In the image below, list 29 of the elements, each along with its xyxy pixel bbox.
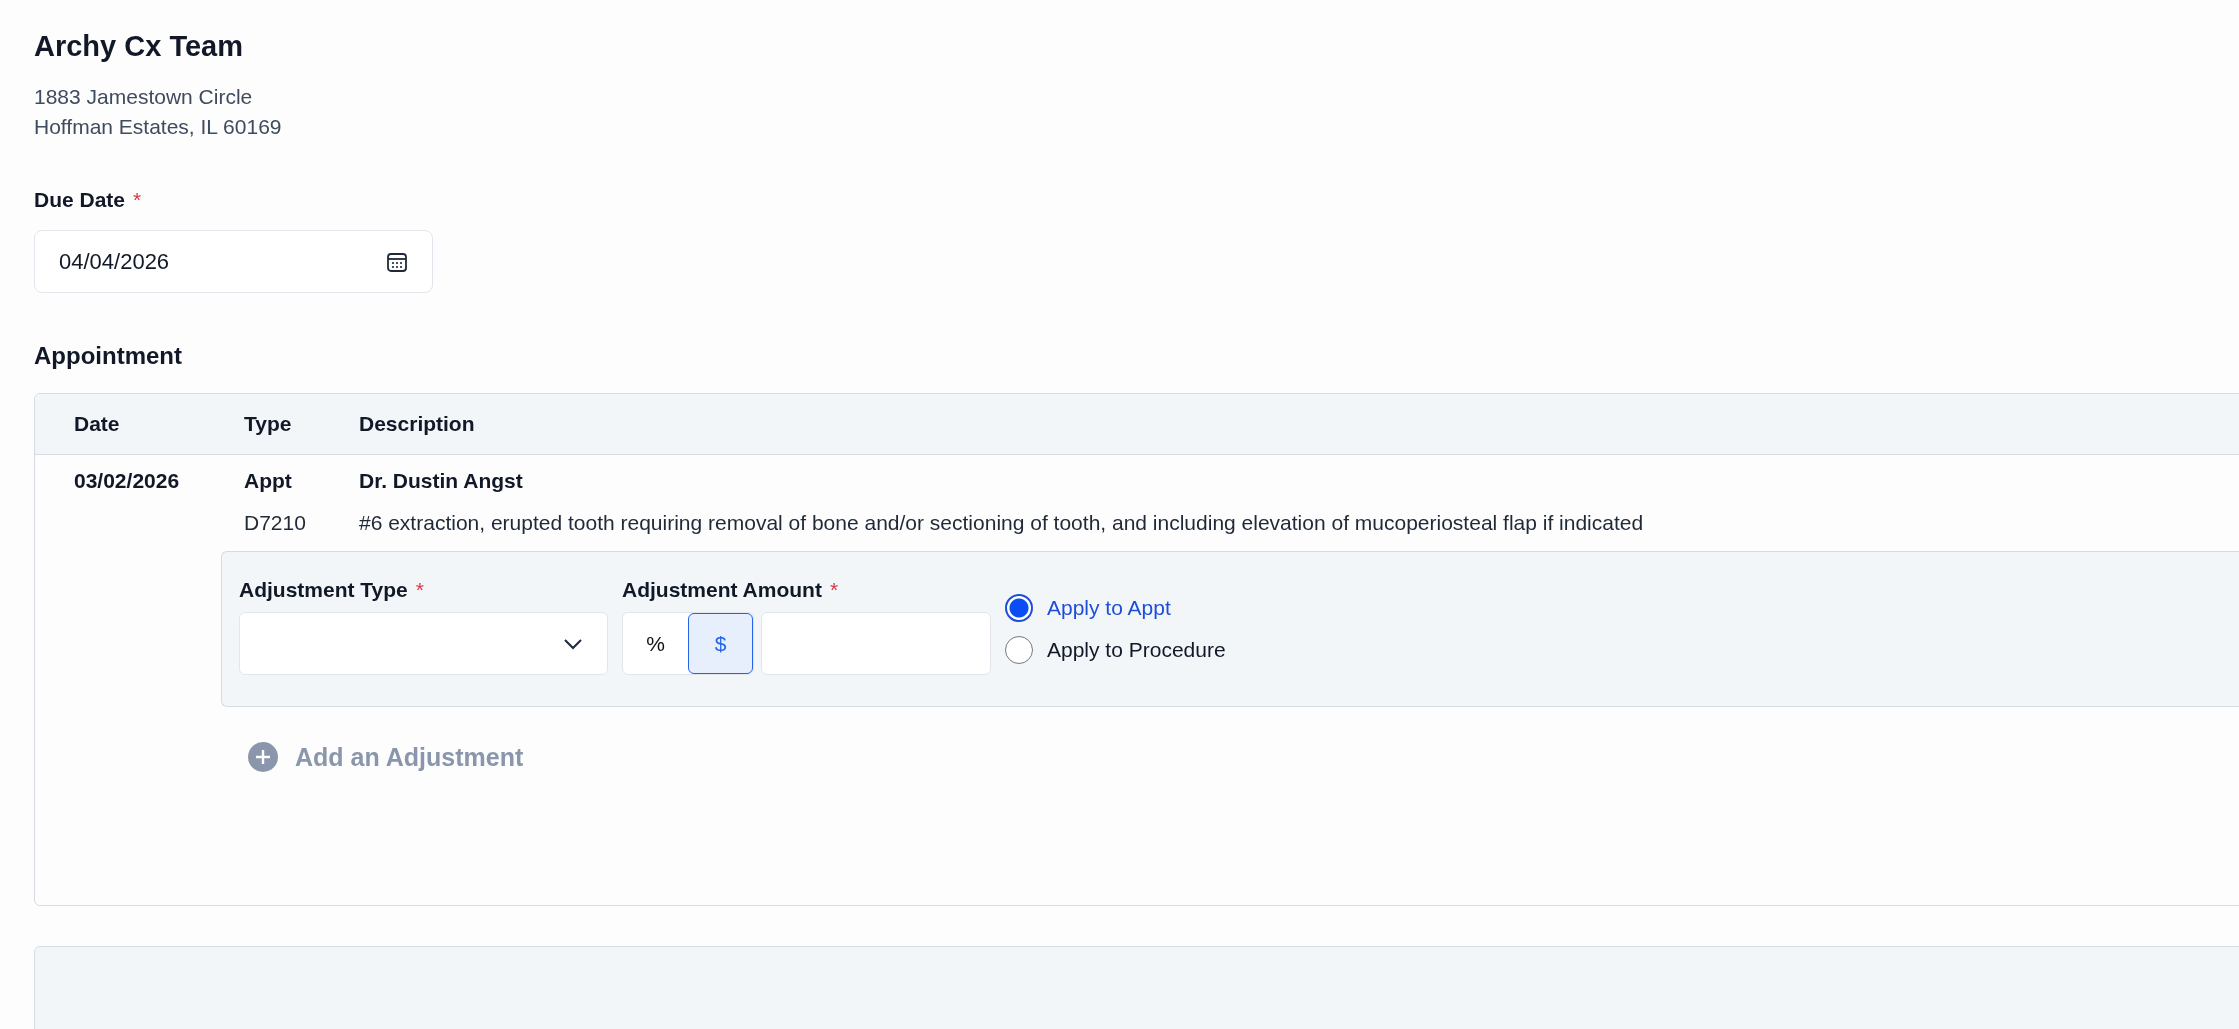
table-cell-text: 03/02/2026 [73,468,181,494]
column-header: Description [359,412,475,436]
column-header: Date [73,412,121,436]
table-cell-text: Dr. Dustin Angst [359,468,523,494]
radio-label[interactable]: Apply to Procedure [1047,638,1226,662]
field-label: Adjustment Amount [622,578,822,602]
column-header: Type [244,412,293,436]
address-line: Hoffman Estates, IL 60169 [34,114,283,140]
field-label: Adjustment Type [239,578,408,602]
calendar-icon[interactable] [386,250,408,273]
section-title: Appointment [34,341,183,371]
required-mark: * [133,188,142,212]
radio-label[interactable]: Apply to Appt [1047,596,1171,620]
unit-toggle[interactable]: % [623,613,688,674]
required-mark: * [829,578,839,602]
radio-button[interactable] [1005,636,1033,664]
chevron-down-icon [563,637,583,650]
field-label: Due Date [34,188,126,212]
plus-circle-icon [247,741,279,773]
unit-toggle[interactable]: $ [688,613,753,674]
amount-field[interactable] [761,612,991,675]
date-field[interactable]: 04/04/2026 [34,230,433,293]
address-line: 1883 Jamestown Circle [34,84,254,110]
table-cell-text: #6 extraction, erupted tooth requiring removal of bone and/or sectioning of tooth, and including elevation of mucoperiosteal flap if indicated [359,510,1644,536]
required-mark: * [415,578,424,602]
table-cell-text: Appt [244,468,293,494]
radio-button[interactable] [1005,594,1033,622]
organization-name: Archy Cx Team [34,29,244,64]
table-cell-text: D7210 [244,510,307,536]
